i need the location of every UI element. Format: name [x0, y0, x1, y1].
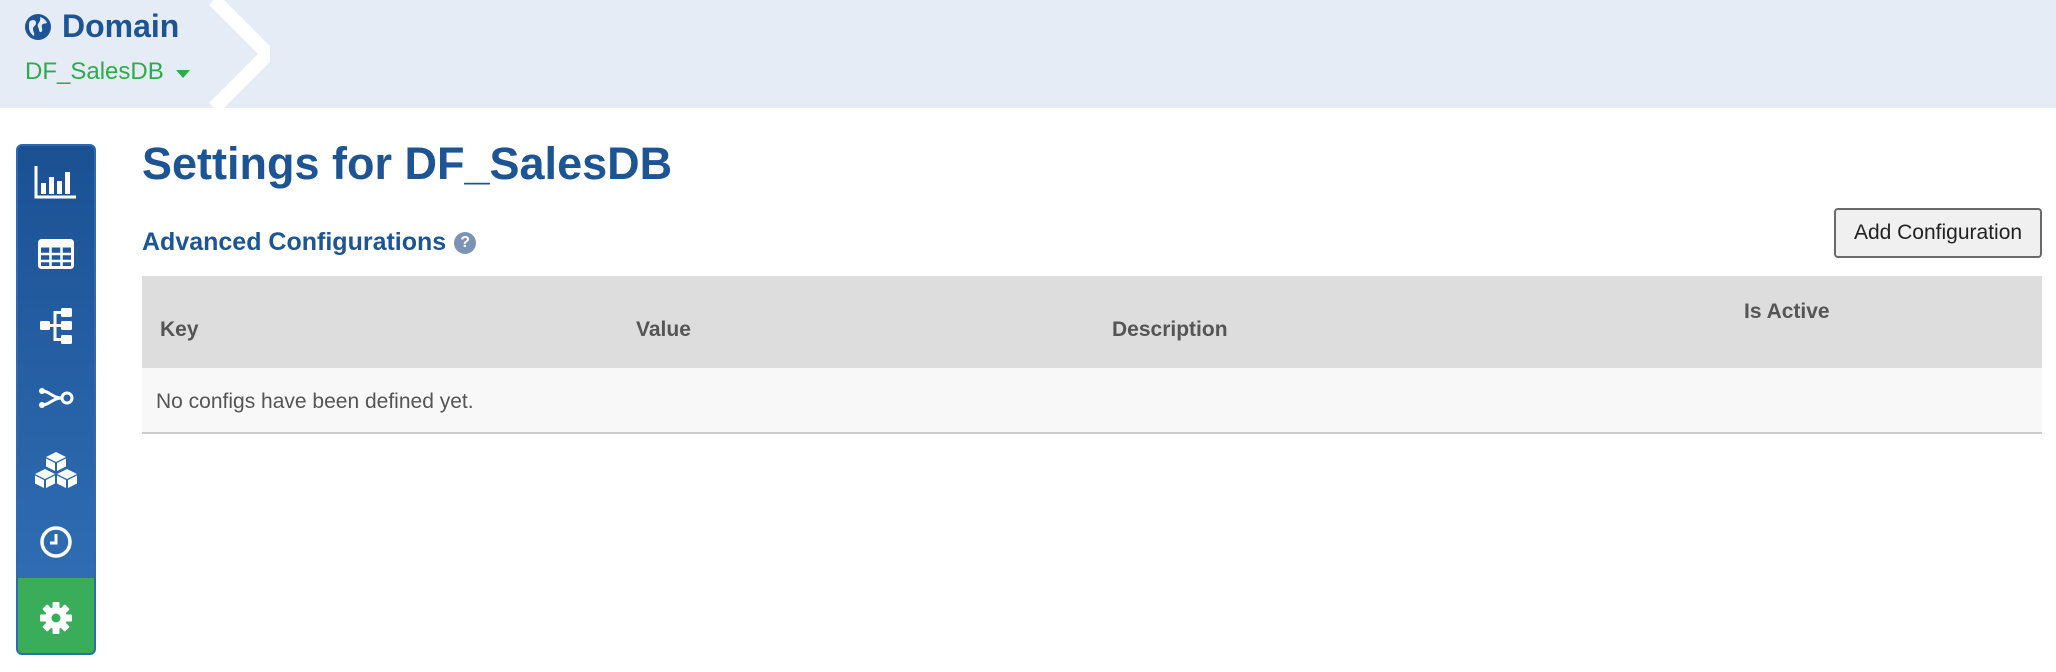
column-header-description[interactable]: Description	[1112, 318, 1228, 342]
sidebar-item-hierarchy[interactable]	[18, 290, 94, 362]
section-title-text: Advanced Configurations	[142, 228, 447, 256]
add-configuration-button[interactable]: Add Configuration	[1834, 208, 2042, 258]
breadcrumb-bar: Domain DF_SalesDB	[0, 0, 2056, 108]
sidebar-item-settings[interactable]	[18, 578, 94, 653]
empty-table-message: No configs have been defined yet.	[156, 390, 474, 413]
sidebar-nav	[16, 144, 96, 655]
globe-icon	[25, 13, 51, 40]
gear-icon	[40, 601, 72, 634]
bar-chart-icon	[34, 166, 76, 199]
section-title: Advanced Configurations ?	[142, 228, 477, 257]
sidebar-item-entities[interactable]	[18, 434, 94, 506]
column-header-key[interactable]: Key	[160, 318, 199, 342]
domain-selector-value: DF_SalesDB	[25, 58, 164, 85]
breadcrumb-title: Domain	[24, 8, 179, 45]
table-icon	[38, 239, 74, 269]
sitemap-icon	[40, 308, 72, 344]
caret-down-icon	[175, 70, 190, 78]
clock-icon	[40, 526, 72, 558]
configurations-table: Key Value Description Is Active No confi…	[142, 276, 2042, 434]
page-title: Settings for DF_SalesDB	[142, 138, 673, 189]
table-header: Key Value Description Is Active	[142, 276, 2042, 368]
sidebar-item-tables[interactable]	[18, 218, 94, 290]
sidebar-item-relationships[interactable]	[18, 362, 94, 434]
column-header-is-active[interactable]: Is Active	[1744, 300, 1830, 324]
domain-selector[interactable]: DF_SalesDB	[25, 58, 190, 86]
sidebar-item-statistics[interactable]	[18, 146, 94, 218]
breadcrumb-domain: Domain DF_SalesDB	[0, 0, 270, 108]
sidebar-item-history[interactable]	[18, 506, 94, 578]
breadcrumb-title-text: Domain	[62, 8, 180, 44]
column-header-value[interactable]: Value	[636, 318, 691, 342]
cubes-icon	[35, 452, 77, 488]
table-row: No configs have been defined yet.	[142, 368, 2042, 434]
share-nodes-icon	[39, 388, 74, 408]
help-icon[interactable]: ?	[454, 231, 477, 254]
